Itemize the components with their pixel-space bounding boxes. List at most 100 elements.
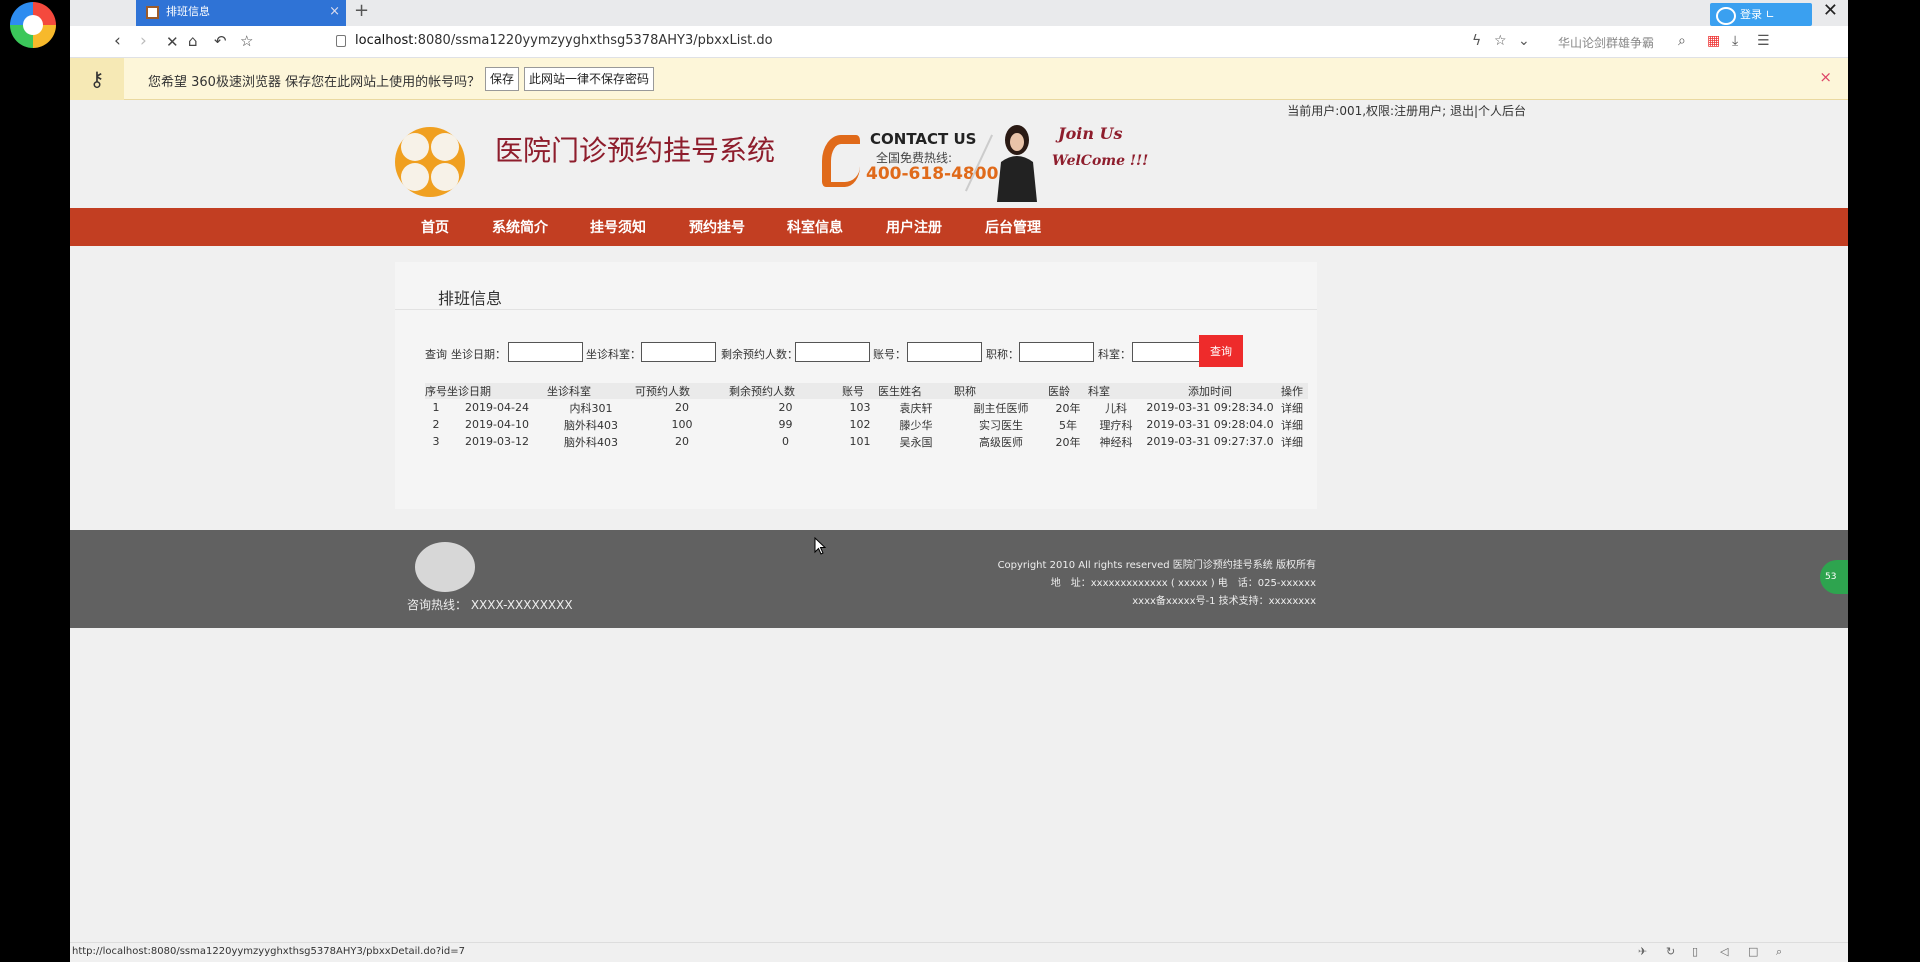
filter-room-input[interactable]	[641, 342, 716, 362]
trash-icon[interactable]: ▯	[1692, 945, 1698, 958]
window-icon[interactable]: □	[1748, 945, 1758, 958]
col-header: 账号	[842, 383, 878, 399]
apps-icon[interactable]: ▦	[1707, 33, 1720, 49]
favorite-star-icon[interactable]: ☆	[1494, 33, 1507, 49]
nav-register[interactable]: 用户注册	[886, 217, 942, 237]
url-field[interactable]: localhost:8080/ssma1220yymzyyghxthsg5378…	[355, 33, 773, 48]
cell: 0	[782, 435, 789, 448]
cell: 20	[675, 435, 689, 448]
zoom-icon[interactable]: ⌕	[1776, 945, 1782, 959]
detail-link[interactable]: 详细	[1276, 433, 1308, 450]
cell: 3	[432, 435, 440, 448]
nav-notice[interactable]: 挂号须知	[590, 217, 646, 237]
new-tab-button[interactable]: +	[354, 0, 369, 22]
cell: 实习医生	[979, 418, 1023, 432]
filter-room-label: 坐诊科室：	[586, 348, 641, 361]
site-footer: 咨询热线： XXXX-XXXXXXXX Copyright 2010 All r…	[70, 530, 1848, 628]
filter-date-label: 坐诊日期：	[451, 348, 506, 361]
table-row: 1 2019-04-24 内科301 20 20 103 袁庆轩 副主任医师 2…	[425, 399, 1308, 416]
cell: 100	[671, 418, 693, 431]
window-close-button[interactable]: ✕	[1823, 0, 1838, 21]
logo-petal	[431, 163, 459, 191]
lightning-icon[interactable]: ϟ	[1472, 33, 1481, 49]
cell: 20年	[1055, 401, 1081, 415]
col-header: 剩余预约人数	[729, 383, 842, 399]
bookmark-star-icon[interactable]: ☆	[240, 32, 253, 50]
chevron-down-icon[interactable]: ⌄	[1518, 33, 1530, 49]
detail-link[interactable]: 详细	[1276, 416, 1308, 433]
cell: 103	[849, 401, 871, 414]
filter-account-label: 账号：	[873, 348, 906, 361]
col-header: 坐诊科室	[547, 383, 635, 399]
nav-intro[interactable]: 系统简介	[492, 217, 548, 237]
account-login-button[interactable]: 登录 ∟	[1710, 3, 1812, 26]
logo-petal	[401, 133, 429, 161]
nav-home[interactable]: 首页	[421, 217, 449, 237]
url-path: :8080/ssma1220yymzyyghxthsg5378AHY3/pbxx…	[413, 33, 773, 48]
search-icon[interactable]: ⌕	[1678, 33, 1686, 49]
site-header: 当前用户:001,权限:注册用户; 退出|个人后台 医院门诊预约挂号系统 CON…	[70, 100, 1848, 208]
cell: 20	[778, 401, 793, 414]
stop-icon[interactable]: ✕	[166, 33, 179, 51]
undo-icon[interactable]: ↶	[214, 32, 227, 50]
search-suggestion[interactable]: 华山论剑群雄争霸	[1558, 34, 1654, 51]
key-icon: ⚷	[70, 58, 124, 100]
cell: 2019-03-31 09:28:04.0	[1146, 418, 1274, 431]
save-password-button[interactable]: 保存	[485, 67, 520, 91]
cell: 20	[675, 401, 689, 414]
cell: 2019-04-10	[465, 418, 529, 431]
never-save-password-button[interactable]: 此网站一律不保存密码	[524, 67, 655, 91]
password-save-message: 您希望 360极速浏览器 保存您在此网站上使用的帐号吗？	[148, 75, 481, 90]
rocket-icon[interactable]: ✈	[1638, 945, 1647, 958]
contact-heading: CONTACT US	[870, 130, 977, 148]
query-button[interactable]: 查询	[1199, 335, 1243, 367]
url-host: localhost	[355, 33, 414, 48]
cell: 滕少华	[899, 418, 933, 432]
filter-account-input[interactable]	[907, 342, 982, 362]
contact-number: 400-618-4800	[866, 164, 999, 184]
page-favicon-icon	[146, 6, 159, 19]
footer-icp: xxxx备xxxxx号-1 技术支持：xxxxxxxx	[1132, 596, 1316, 607]
forward-icon[interactable]: ›	[140, 31, 147, 51]
menu-icon[interactable]: ☰	[1757, 33, 1770, 49]
cell: 99	[778, 418, 793, 431]
tab-close-icon[interactable]: ×	[329, 0, 340, 24]
col-header: 添加时间	[1144, 383, 1276, 399]
refresh-icon[interactable]: ↻	[1666, 945, 1675, 958]
site-info-icon[interactable]	[336, 35, 346, 47]
welcome-text: WelCome !!!	[1052, 153, 1149, 169]
nav-booking[interactable]: 预约挂号	[689, 217, 745, 237]
footer-address: 地 址：xxxxxxxxxxxxx ( xxxxx ) 电 话：025-xxxx…	[1050, 578, 1316, 589]
browser-logo-icon[interactable]	[10, 2, 56, 48]
chat-badge[interactable]: 53	[1820, 560, 1848, 594]
col-header: 坐诊日期	[447, 383, 547, 399]
cell: 内科301	[569, 401, 613, 415]
nav-departments[interactable]: 科室信息	[787, 217, 843, 237]
password-bar-close-icon[interactable]: ×	[1819, 68, 1832, 86]
home-icon[interactable]: ⌂	[188, 32, 198, 50]
panel-divider	[395, 309, 1317, 310]
filter-dept-input[interactable]	[1132, 342, 1207, 362]
mouse-cursor-icon	[814, 537, 827, 555]
filter-title-input[interactable]	[1019, 342, 1094, 362]
tab-pbxx[interactable]: 排班信息 ×	[136, 0, 346, 26]
cell: 脑外科403	[564, 435, 618, 449]
col-header: 医生姓名	[878, 383, 954, 399]
detail-link[interactable]: 详细	[1276, 399, 1308, 416]
user-info-bar[interactable]: 当前用户:001,权限:注册用户; 退出|个人后台	[1287, 102, 1526, 119]
cell: 2019-03-12	[465, 435, 529, 448]
nav-admin[interactable]: 后台管理	[985, 217, 1041, 237]
filter-date-input[interactable]	[508, 342, 583, 362]
cell: 脑外科403	[564, 418, 618, 432]
browser-window: 排班信息 × + 登录 ∟ ✕ ‹ › ✕ ⌂ ↶ ☆ localhost:80…	[10, 0, 1848, 962]
footer-copyright: Copyright 2010 All rights reserved 医院门诊预…	[997, 560, 1316, 571]
cell: 2019-03-31 09:27:37.0	[1146, 435, 1274, 448]
status-url: http://localhost:8080/ssma1220yymzyyghxt…	[72, 946, 465, 957]
download-icon[interactable]: ⤓	[1732, 33, 1738, 49]
phone-icon	[822, 135, 860, 187]
sound-icon[interactable]: ◁	[1720, 945, 1728, 958]
cell: 理疗科	[1099, 418, 1133, 432]
schedule-panel: 排班信息 查询 坐诊日期： 坐诊科室： 剩余预约人数： 账号： 职称： 科室： …	[395, 262, 1317, 509]
filter-remaining-input[interactable]	[795, 342, 870, 362]
back-icon[interactable]: ‹	[114, 31, 121, 51]
